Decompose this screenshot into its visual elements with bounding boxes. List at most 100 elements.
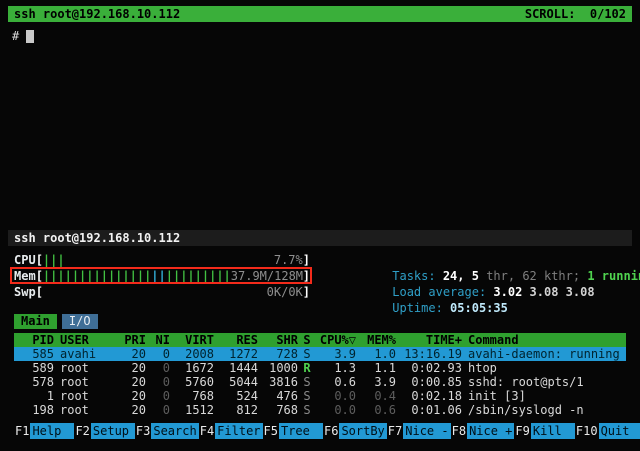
- tab-main[interactable]: Main: [14, 314, 57, 329]
- fkey-number: F1: [14, 423, 30, 439]
- bracket: [: [36, 268, 43, 284]
- table-row[interactable]: 198 root 20 0 1512 812 768 S 0.0 0.6 0:0…: [14, 403, 626, 417]
- cpu-cell: 0.0: [316, 389, 356, 403]
- state-cell: S: [298, 403, 316, 417]
- command-cell: /sbin/syslogd -n: [462, 403, 626, 417]
- thread-count: 5: [472, 269, 486, 283]
- mem-cell: 3.9: [356, 375, 396, 389]
- command-cell: sshd: root@pts/1: [462, 375, 626, 389]
- mem-bars-buffers: ||: [151, 269, 165, 283]
- stats-column: Tasks: 24, 5 thr, 62 kthr; 1 running Loa…: [310, 252, 640, 300]
- fkey-label: Nice +: [467, 423, 514, 439]
- ni-cell: 0: [146, 389, 170, 403]
- state-cell: S: [298, 389, 316, 403]
- header-shr[interactable]: SHR: [258, 333, 298, 347]
- time-cell: 0:02.18: [396, 389, 462, 403]
- table-row[interactable]: 578 root 20 0 5760 5044 3816 S 0.6 3.9 0…: [14, 375, 626, 389]
- user-cell: root: [54, 403, 114, 417]
- ni-cell: 0: [146, 403, 170, 417]
- fkey-tree[interactable]: F5Tree: [263, 423, 323, 439]
- fkey-sortby[interactable]: F6SortBy: [323, 423, 387, 439]
- kthread-count: 62 kthr;: [522, 269, 587, 283]
- cpu-meter-label: CPU: [14, 252, 36, 268]
- shr-cell: 728: [258, 347, 298, 361]
- virt-cell: 2008: [170, 347, 214, 361]
- fkey-kill[interactable]: F9Kill: [514, 423, 574, 439]
- top-pane-titlebar: ssh root@192.168.10.112 SCROLL: 0/102: [8, 6, 632, 22]
- load-label: Load average:: [392, 285, 493, 299]
- pid-cell: 198: [14, 403, 54, 417]
- pri-cell: 20: [114, 403, 146, 417]
- header-pid[interactable]: PID: [14, 333, 54, 347]
- fkey-setup[interactable]: F2Setup: [74, 423, 134, 439]
- header-time[interactable]: TIME+: [396, 333, 462, 347]
- tasks-count: 24,: [443, 269, 472, 283]
- table-row[interactable]: 1 root 20 0 768 524 476 S 0.0 0.4 0:02.1…: [14, 389, 626, 403]
- command-cell: htop: [462, 361, 626, 375]
- virt-cell: 1672: [170, 361, 214, 375]
- fkey-help[interactable]: F1Help: [14, 423, 74, 439]
- tab-io[interactable]: I/O: [62, 314, 98, 329]
- fkey-number: F9: [514, 423, 530, 439]
- mem-meter-label: Mem: [14, 268, 36, 284]
- pri-cell: 20: [114, 389, 146, 403]
- shell-prompt-line[interactable]: #: [8, 29, 632, 43]
- fkey-filter[interactable]: F4Filter: [199, 423, 263, 439]
- user-cell: root: [54, 361, 114, 375]
- time-cell: 0:02.93: [396, 361, 462, 375]
- header-ni[interactable]: NI: [146, 333, 170, 347]
- fkey-number: F4: [199, 423, 215, 439]
- table-header-row[interactable]: PID USER PRI NI VIRT RES SHR S CPU%▽ MEM…: [14, 333, 626, 347]
- cpu-cell: 0.0: [316, 403, 356, 417]
- header-res[interactable]: RES: [214, 333, 258, 347]
- cpu-meter: CPU[|||7.7%]: [14, 252, 310, 268]
- fkey-label: Setup: [91, 423, 135, 439]
- thread-label: thr,: [486, 269, 522, 283]
- swap-meter: Swp[0K/0K]: [14, 284, 310, 300]
- shr-cell: 768: [258, 403, 298, 417]
- bracket: ]: [303, 252, 310, 268]
- fkey-label: Help: [30, 423, 74, 439]
- running-label: running: [602, 269, 640, 283]
- fkey-search[interactable]: F3Search: [135, 423, 199, 439]
- mem-bars-used: |||||||||: [166, 269, 231, 283]
- fkey-label: Filter: [215, 423, 262, 439]
- load-1min: 3.02: [493, 285, 529, 299]
- header-pri[interactable]: PRI: [114, 333, 146, 347]
- table-row[interactable]: 589 root 20 0 1672 1444 1000 R 1.3 1.1 0…: [14, 361, 626, 375]
- mem-cell: 1.0: [356, 347, 396, 361]
- header-command[interactable]: Command: [462, 333, 626, 347]
- header-cpu-sort[interactable]: CPU%▽: [316, 333, 356, 347]
- fkey-label: Kill: [531, 423, 575, 439]
- process-table: PID USER PRI NI VIRT RES SHR S CPU%▽ MEM…: [14, 333, 626, 417]
- swap-meter-label: Swp: [14, 284, 36, 300]
- mem-bars-used: |||||||||||||||: [43, 269, 151, 283]
- pid-cell: 589: [14, 361, 54, 375]
- ssh-session-title: ssh root@192.168.10.112: [14, 6, 180, 22]
- header-mem[interactable]: MEM%: [356, 333, 396, 347]
- header-state[interactable]: S: [298, 333, 316, 347]
- state-cell: S: [298, 375, 316, 389]
- terminal-cursor: [26, 30, 34, 43]
- ni-cell: 0: [146, 361, 170, 375]
- shr-cell: 476: [258, 389, 298, 403]
- table-row-selected[interactable]: 585 avahi 20 0 2008 1272 728 S 3.9 1.0 1…: [14, 347, 626, 361]
- header-virt[interactable]: VIRT: [170, 333, 214, 347]
- res-cell: 5044: [214, 375, 258, 389]
- fkey-nice-minus[interactable]: F7Nice -: [387, 423, 451, 439]
- htop-screen: CPU[|||7.7%] Mem[|||||||||||||||||||||||…: [8, 246, 632, 439]
- header-user[interactable]: USER: [54, 333, 114, 347]
- running-count: 1: [587, 269, 601, 283]
- mem-cell: 0.4: [356, 389, 396, 403]
- pid-cell: 578: [14, 375, 54, 389]
- bottom-terminal-pane: ssh root@192.168.10.112 CPU[|||7.7%] Mem…: [8, 230, 632, 439]
- cpu-meter-bars: |||: [43, 252, 65, 268]
- time-cell: 13:16.19: [396, 347, 462, 361]
- ni-cell: 0: [146, 375, 170, 389]
- mem-meter-value: 37.9M/128M: [231, 268, 303, 284]
- fkey-quit[interactable]: F10Quit: [575, 423, 640, 439]
- mem-cell: 1.1: [356, 361, 396, 375]
- user-cell: root: [54, 375, 114, 389]
- mem-meter: Mem[||||||||||||||||||||||||||37.9M/128M…: [14, 268, 310, 284]
- fkey-nice-plus[interactable]: F8Nice +: [451, 423, 515, 439]
